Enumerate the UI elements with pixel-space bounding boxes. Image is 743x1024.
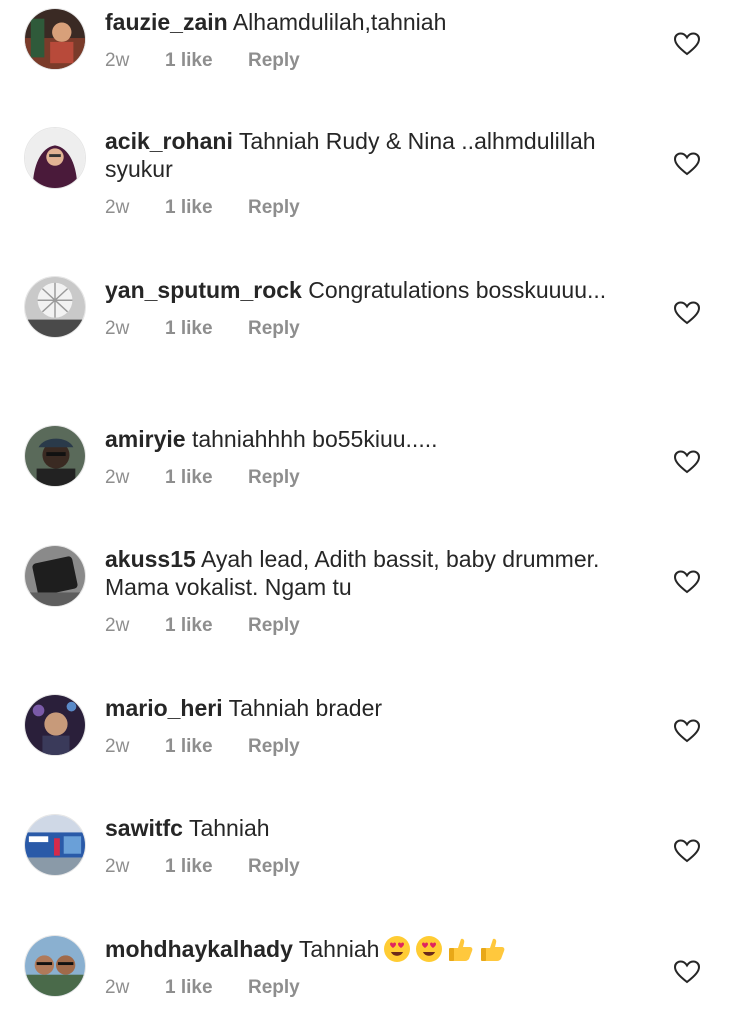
comment-time: 2w: [105, 318, 130, 339]
comment-time: 2w: [105, 50, 130, 71]
comment-text: amiryie tahniahhhh bo55kiuu.....: [105, 425, 660, 453]
comment-likes[interactable]: 1 like: [165, 318, 248, 340]
comment-username[interactable]: acik_rohani: [105, 128, 233, 154]
reply-button[interactable]: Reply: [248, 736, 300, 758]
avatar[interactable]: [24, 8, 86, 70]
comment-time: 2w: [105, 856, 130, 877]
thumbs-up-emoji: [479, 935, 507, 963]
avatar[interactable]: [24, 935, 86, 997]
comment-time: 2w: [105, 467, 130, 488]
like-heart-icon[interactable]: [674, 960, 700, 984]
comment-likes[interactable]: 1 like: [165, 736, 248, 758]
comment-likes[interactable]: 1 like: [165, 197, 248, 219]
comment-body: tahniahhhh bo55kiuu.....: [191, 426, 438, 452]
comment-body: Tahniah: [188, 815, 270, 841]
avatar-photo: [25, 128, 85, 188]
thumbs-up-emoji: [447, 935, 475, 963]
like-heart-icon[interactable]: [674, 839, 700, 863]
like-heart-icon[interactable]: [674, 32, 700, 56]
avatar[interactable]: [24, 425, 86, 487]
comment-meta: 2w 1 like Reply: [105, 736, 660, 758]
avatar-photo: [25, 426, 85, 486]
reply-button[interactable]: Reply: [248, 318, 300, 340]
reply-button[interactable]: Reply: [248, 467, 300, 489]
comment-time: 2w: [105, 615, 130, 636]
avatar-photo: [25, 695, 85, 755]
avatar-photo: [25, 936, 85, 996]
comment-body: Tahniah: [298, 936, 380, 962]
like-heart-icon[interactable]: [674, 719, 700, 743]
avatar[interactable]: [24, 276, 86, 338]
avatar-photo: [25, 277, 85, 337]
heart-eyes-emoji: [415, 935, 443, 963]
comment-text: akuss15 Ayah lead, Adith bassit, baby dr…: [105, 545, 660, 601]
comment-time: 2w: [105, 977, 130, 998]
avatar[interactable]: [24, 694, 86, 756]
comment-text: acik_rohani Tahniah Rudy & Nina ..alhmdu…: [105, 127, 660, 183]
comment-body: Congratulations bosskuuuu...: [308, 277, 607, 303]
comment-username[interactable]: amiryie: [105, 426, 186, 452]
reply-button[interactable]: Reply: [248, 197, 300, 219]
comment-body: Tahniah brader: [228, 695, 383, 721]
reply-button[interactable]: Reply: [248, 615, 300, 637]
comment-likes[interactable]: 1 like: [165, 977, 248, 999]
heart-eyes-emoji: [383, 935, 411, 963]
comment-meta: 2w 1 like Reply: [105, 318, 660, 340]
avatar[interactable]: [24, 127, 86, 189]
reply-button[interactable]: Reply: [248, 856, 300, 878]
avatar-photo: [25, 9, 85, 69]
comment-likes[interactable]: 1 like: [165, 50, 248, 72]
avatar-photo: [25, 546, 85, 606]
comment-username[interactable]: yan_sputum_rock: [105, 277, 302, 303]
comment-meta: 2w 1 like Reply: [105, 615, 660, 637]
comment-body: Alhamdulilah,tahniah: [232, 9, 447, 35]
avatar-photo: [25, 815, 85, 875]
comment-meta: 2w 1 like Reply: [105, 856, 660, 878]
comment-time: 2w: [105, 736, 130, 757]
comment-text: fauzie_zain Alhamdulilah,tahniah: [105, 8, 660, 36]
like-heart-icon[interactable]: [674, 301, 700, 325]
comment-meta: 2w 1 like Reply: [105, 467, 660, 489]
comment-username[interactable]: mario_heri: [105, 695, 223, 721]
comment-likes[interactable]: 1 like: [165, 467, 248, 489]
comment-username[interactable]: sawitfc: [105, 815, 183, 841]
comment-time: 2w: [105, 197, 130, 218]
comment-username[interactable]: fauzie_zain: [105, 9, 228, 35]
like-heart-icon[interactable]: [674, 152, 700, 176]
comment-likes[interactable]: 1 like: [165, 856, 248, 878]
comment-username[interactable]: akuss15: [105, 546, 196, 572]
comment-text: mohdhaykalhady Tahniah: [105, 935, 660, 963]
comment-text: sawitfc Tahniah: [105, 814, 660, 842]
avatar[interactable]: [24, 814, 86, 876]
comment-username[interactable]: mohdhaykalhady: [105, 936, 293, 962]
avatar[interactable]: [24, 545, 86, 607]
comment-text: yan_sputum_rock Congratulations bosskuuu…: [105, 276, 660, 304]
comment-meta: 2w 1 like Reply: [105, 197, 660, 219]
comment-meta: 2w 1 like Reply: [105, 977, 660, 999]
comment-likes[interactable]: 1 like: [165, 615, 248, 637]
reply-button[interactable]: Reply: [248, 50, 300, 72]
comment-text: mario_heri Tahniah brader: [105, 694, 660, 722]
like-heart-icon[interactable]: [674, 570, 700, 594]
reply-button[interactable]: Reply: [248, 977, 300, 999]
comment-meta: 2w 1 like Reply: [105, 50, 660, 72]
like-heart-icon[interactable]: [674, 450, 700, 474]
